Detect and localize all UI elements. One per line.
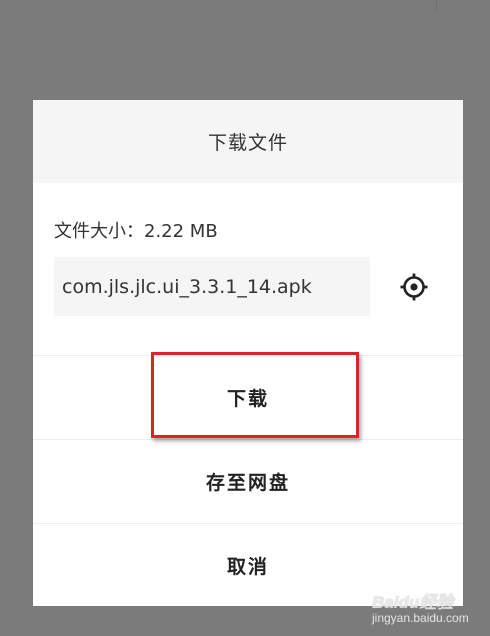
download-button[interactable]: 下载: [33, 355, 463, 438]
filename-field[interactable]: com.jls.jlc.ui_3.3.1_14.apk: [54, 257, 370, 316]
watermark-url: jingyan.baidu.com: [372, 611, 469, 625]
gear-icon[interactable]: [398, 271, 430, 303]
watermark-logo: Baidu经验: [372, 593, 454, 612]
watermark: Baidu经验 jingyan.baidu.com: [372, 588, 486, 632]
screen-background: 下载文件 文件大小：2.22 MB com.jls.jlc.ui_3.3.1_1…: [0, 0, 490, 636]
download-dialog: 下载文件 文件大小：2.22 MB com.jls.jlc.ui_3.3.1_1…: [33, 100, 463, 606]
dialog-title: 下载文件: [33, 100, 463, 183]
top-divider: [436, 0, 437, 12]
save-to-cloud-button[interactable]: 存至网盘: [33, 439, 463, 522]
file-size-label: 文件大小：2.22 MB: [54, 221, 218, 242]
gear-icon-graphic: [400, 273, 428, 301]
